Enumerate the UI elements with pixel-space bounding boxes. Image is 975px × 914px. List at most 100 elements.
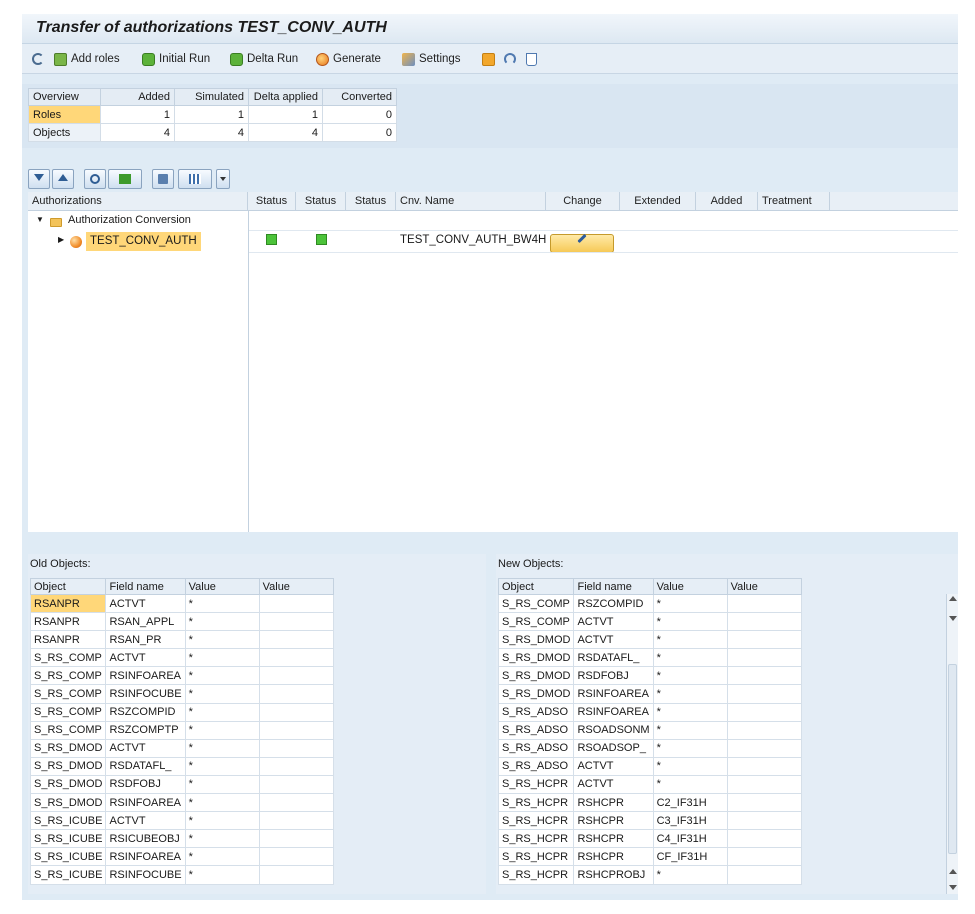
value-cell[interactable]: *	[652, 738, 728, 758]
table-row[interactable]: RSANPR ACTVT *	[29, 593, 334, 614]
value-cell[interactable]	[258, 684, 334, 704]
status-column-header[interactable]: Status	[346, 192, 396, 211]
value-cell[interactable]: *	[184, 811, 260, 831]
collapsed-arrow-icon[interactable]: ▶	[58, 235, 64, 244]
scroll-down-icon[interactable]	[949, 616, 957, 621]
field-name-cell[interactable]: RSZCOMPTP	[105, 720, 186, 740]
cnv-name-column-header[interactable]: Cnv. Name	[396, 192, 546, 211]
value-cell[interactable]	[726, 648, 802, 668]
object-cell[interactable]: S_RS_DMOD	[497, 648, 575, 668]
value-cell[interactable]	[726, 720, 802, 740]
delete-button[interactable]	[526, 51, 537, 67]
table-row[interactable]: S_RS_DMOD ACTVT *	[497, 630, 802, 650]
table-row[interactable]: S_RS_ADSO RSINFOAREA *	[497, 702, 802, 722]
refresh-button[interactable]	[32, 51, 44, 67]
value-cell[interactable]	[258, 829, 334, 849]
object-cell[interactable]: S_RS_ICUBE	[29, 847, 107, 867]
value-cell[interactable]: *	[652, 612, 728, 632]
object-cell[interactable]: S_RS_HCPR	[497, 811, 575, 831]
value-cell[interactable]: *	[184, 865, 260, 885]
value-cell[interactable]	[258, 793, 334, 813]
table-row[interactable]: S_RS_HCPR RSHCPR C4_IF31H	[497, 829, 802, 849]
object-cell[interactable]: S_RS_DMOD	[497, 630, 575, 650]
value-cell[interactable]: *	[652, 774, 728, 795]
value-cell[interactable]	[726, 702, 802, 722]
field-name-cell[interactable]: RSINFOCUBE	[105, 684, 186, 704]
field-name-cell[interactable]: RSHCPROBJ	[573, 865, 654, 885]
object-cell[interactable]: RSANPR	[29, 612, 107, 632]
object-cell[interactable]: S_RS_COMP	[497, 612, 575, 632]
table-row[interactable]: S_RS_COMP RSZCOMPID *	[497, 593, 802, 614]
value-column-header[interactable]: Value	[726, 578, 802, 595]
object-cell[interactable]: S_RS_ICUBE	[29, 829, 107, 849]
delta-run-button[interactable]: Delta Run	[230, 51, 298, 67]
object-cell[interactable]: RSANPR	[29, 630, 107, 650]
value-cell[interactable]	[258, 811, 334, 831]
object-cell[interactable]: S_RS_DMOD	[29, 774, 107, 795]
field-name-cell[interactable]: RSINFOAREA	[573, 702, 654, 722]
table-row[interactable]: S_RS_COMP ACTVT *	[29, 648, 334, 668]
layout-dropdown-button[interactable]	[216, 169, 230, 189]
value-cell[interactable]	[258, 612, 334, 632]
row-label[interactable]: Objects	[28, 123, 101, 142]
scroll-down-icon[interactable]	[949, 885, 957, 890]
authorizations-column-header[interactable]: Authorizations	[28, 192, 248, 211]
field-name-cell[interactable]: RSHCPR	[573, 847, 654, 867]
value-cell[interactable]	[258, 847, 334, 867]
field-name-cell[interactable]: ACTVT	[573, 756, 654, 776]
field-name-cell[interactable]: RSHCPR	[573, 793, 654, 813]
field-name-cell[interactable]: RSHCPR	[573, 811, 654, 831]
value-cell[interactable]	[258, 865, 334, 885]
value-cell[interactable]	[258, 774, 334, 795]
status-column-header[interactable]: Status	[296, 192, 346, 211]
value-cell[interactable]	[726, 666, 802, 686]
field-name-cell[interactable]: RSHCPR	[573, 829, 654, 849]
change-column-header[interactable]: Change	[546, 192, 620, 211]
value-cell[interactable]	[258, 720, 334, 740]
table-row[interactable]: S_RS_COMP RSZCOMPTP *	[29, 720, 334, 740]
value-cell[interactable]	[726, 811, 802, 831]
value-cell[interactable]	[726, 630, 802, 650]
table-row[interactable]: S_RS_HCPR ACTVT *	[497, 774, 802, 795]
value-cell[interactable]: *	[184, 847, 260, 867]
field-name-cell[interactable]: ACTVT	[105, 648, 186, 668]
object-cell[interactable]: S_RS_DMOD	[497, 666, 575, 686]
value-cell[interactable]: *	[652, 720, 728, 740]
table-row[interactable]: S_RS_DMOD RSDATAFL_ *	[29, 756, 334, 776]
value-cell[interactable]: *	[652, 648, 728, 668]
value-cell[interactable]: *	[184, 666, 260, 686]
object-cell[interactable]: S_RS_ADSO	[497, 702, 575, 722]
scroll-thumb[interactable]	[948, 664, 957, 854]
field-name-cell[interactable]: RSZCOMPID	[573, 593, 654, 614]
table-row[interactable]: S_RS_DMOD RSDFOBJ *	[497, 666, 802, 686]
value-column-header[interactable]: Value	[184, 578, 260, 595]
value-cell[interactable]	[258, 593, 334, 614]
value-cell[interactable]: *	[184, 793, 260, 813]
new-objects-scrollbar[interactable]	[946, 594, 958, 894]
field-name-cell[interactable]: RSINFOAREA	[105, 793, 186, 813]
object-cell[interactable]: S_RS_HCPR	[497, 793, 575, 813]
value-cell[interactable]: *	[184, 702, 260, 722]
object-cell[interactable]: S_RS_HCPR	[497, 847, 575, 867]
table-row[interactable]: S_RS_ICUBE RSINFOCUBE *	[29, 865, 334, 885]
table-row[interactable]: RSANPR RSAN_PR *	[29, 630, 334, 650]
value-cell[interactable]: *	[184, 720, 260, 740]
print-button[interactable]	[152, 169, 174, 189]
object-cell[interactable]: S_RS_COMP	[29, 684, 107, 704]
field-name-cell[interactable]: RSINFOAREA	[105, 847, 186, 867]
object-cell[interactable]: S_RS_DMOD	[29, 738, 107, 758]
object-cell[interactable]: S_RS_DMOD	[29, 793, 107, 813]
value-column-header[interactable]: Value	[652, 578, 728, 595]
value-cell[interactable]	[726, 593, 802, 614]
object-cell[interactable]: S_RS_COMP	[29, 666, 107, 686]
object-cell[interactable]: S_RS_DMOD	[29, 756, 107, 776]
field-name-cell[interactable]: RSINFOAREA	[573, 684, 654, 704]
value-cell[interactable]: *	[184, 630, 260, 650]
value-cell[interactable]	[726, 738, 802, 758]
table-row[interactable]: S_RS_ADSO ACTVT *	[497, 756, 802, 776]
object-cell[interactable]: RSANPR	[29, 593, 107, 614]
scroll-up-icon[interactable]	[949, 869, 957, 874]
value-cell[interactable]: *	[652, 865, 728, 885]
field-name-column-header[interactable]: Field name	[573, 578, 654, 595]
value-cell[interactable]: *	[652, 630, 728, 650]
